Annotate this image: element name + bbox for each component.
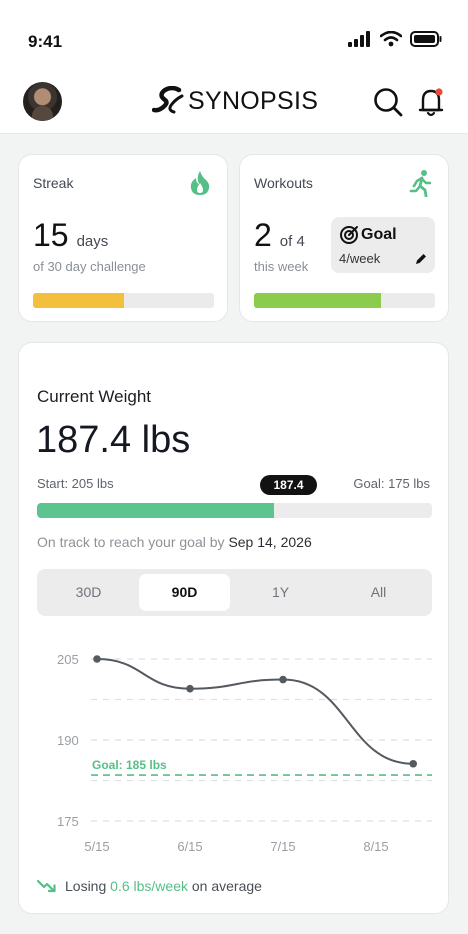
notification-bell-icon[interactable] [417, 86, 447, 118]
workouts-subtitle: this week [254, 259, 309, 274]
summary-prefix: Losing [65, 878, 107, 894]
goal-value: 4/week [339, 251, 381, 266]
forecast-date: Sep 14, 2026 [228, 534, 312, 550]
app-header: SYNOPSIS [0, 70, 468, 134]
workouts-of-label: of 4 [279, 233, 305, 250]
flame-icon [190, 171, 210, 195]
x-tick-label: 5/15 [84, 839, 109, 854]
streak-value: 15 [33, 217, 69, 253]
x-tick-label: 6/15 [177, 839, 202, 854]
wifi-icon [380, 31, 402, 47]
weight-value: 187.4 lbs [36, 419, 191, 461]
goal-forecast-note: On track to reach your goal by Sep 14, 2… [37, 534, 312, 550]
streak-progress-bar [33, 293, 214, 308]
synopsis-logo-icon [152, 86, 184, 114]
workouts-progress-bar [254, 293, 435, 308]
streak-progress-fill [33, 293, 124, 308]
edit-pencil-icon[interactable] [414, 252, 428, 266]
streak-card[interactable]: Streak 15 days of 30 day challenge [18, 154, 228, 322]
tab-all[interactable]: All [333, 574, 424, 611]
workouts-progress-fill [254, 293, 381, 308]
workouts-title: Workouts [254, 175, 313, 191]
goal-weight-label: Goal: 175 lbs [353, 476, 430, 491]
avatar[interactable] [23, 82, 62, 121]
weight-series-line [96, 658, 414, 765]
brand-logo: SYNOPSIS [152, 86, 318, 116]
status-time: 9:41 [28, 32, 63, 51]
battery-icon [410, 31, 442, 47]
range-tabs: 30D 90D 1Y All [37, 569, 432, 616]
streak-unit: days [76, 233, 109, 250]
y-tick-label: 190 [57, 733, 79, 748]
y-tick-label: 175 [57, 814, 79, 829]
workouts-value: 2 [254, 217, 272, 253]
goal-chip[interactable]: Goal 4/week [331, 217, 435, 273]
tab-1y[interactable]: 1Y [235, 574, 326, 611]
summary-suffix: on average [191, 878, 262, 894]
weight-data-point [186, 684, 194, 693]
weight-progress-bar [37, 503, 432, 518]
x-tick-label: 7/15 [270, 839, 295, 854]
y-tick-label: 205 [57, 652, 79, 667]
target-icon [340, 226, 358, 244]
current-weight-pill: 187.4 [260, 475, 317, 495]
weight-data-point [279, 675, 287, 684]
start-weight-label: Start: 205 lbs [37, 476, 114, 491]
running-person-icon [409, 170, 432, 197]
tab-30d[interactable]: 30D [43, 574, 134, 611]
weight-data-point [93, 655, 101, 663]
status-bar: 9:41 [0, 0, 468, 70]
status-icons [348, 31, 442, 47]
weekly-loss-summary: Losing 0.6 lbs/week on average [37, 878, 262, 894]
streak-title: Streak [33, 175, 74, 191]
streak-subtitle: of 30 day challenge [33, 259, 146, 274]
weight-progress-fill [37, 503, 274, 518]
trending-down-icon [37, 879, 56, 893]
weight-title: Current Weight [37, 387, 152, 406]
workouts-value-row: 2 of 4 [254, 217, 305, 254]
goal-line-label: Goal: 185 lbs [92, 758, 167, 772]
x-tick-label: 8/15 [363, 839, 388, 854]
weight-line-chart: 205 190 175 Goal: 185 lbs 5/15 6/15 7/15 8/15 [57, 652, 432, 854]
signal-icon [348, 31, 370, 47]
search-icon[interactable] [372, 86, 404, 118]
weight-card: Current Weight 187.4 lbs Start: 205 lbs … [18, 342, 449, 914]
tab-90d[interactable]: 90D [139, 574, 230, 611]
brand-name: SYNOPSIS [188, 86, 319, 115]
weight-data-point [409, 759, 418, 768]
streak-value-row: 15 days [33, 217, 108, 254]
workouts-card[interactable]: Workouts 2 of 4 this week Goal 4/week [239, 154, 449, 322]
goal-label: Goal [361, 226, 397, 243]
forecast-prefix: On track to reach your goal by [37, 534, 225, 550]
summary-rate: 0.6 lbs/week [110, 878, 188, 894]
